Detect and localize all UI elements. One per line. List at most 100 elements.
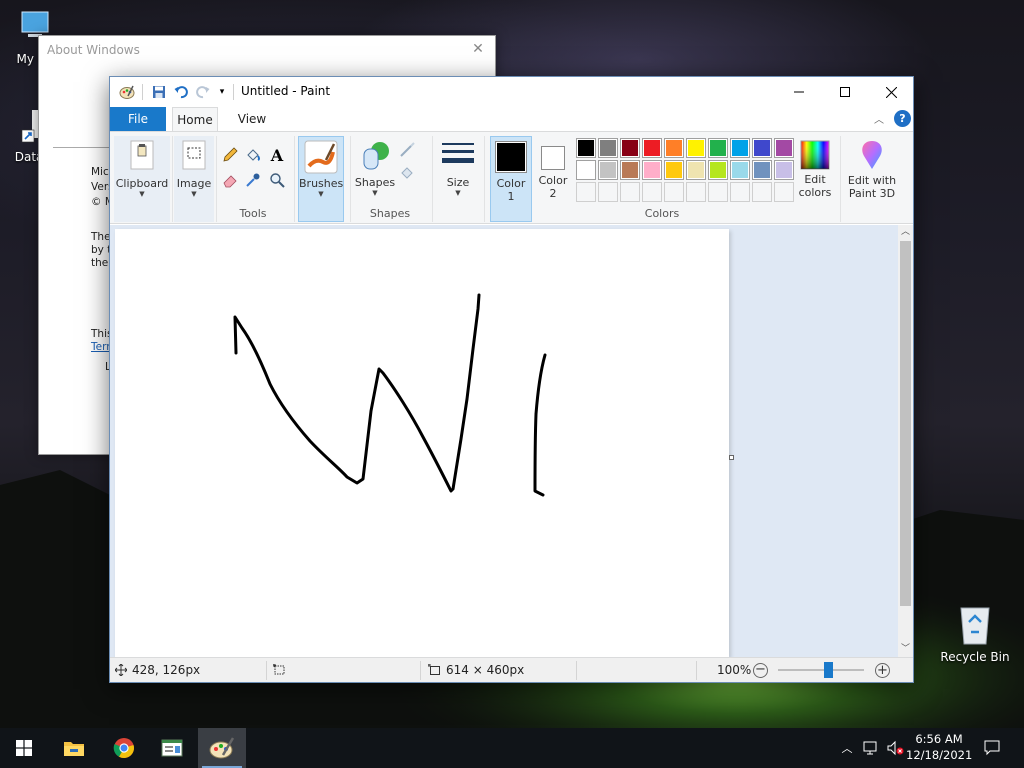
palette-swatch[interactable] [774,160,794,180]
eraser-icon[interactable] [220,170,240,190]
canvas-workspace[interactable] [110,225,898,657]
size-button[interactable]: Size ▼ [436,136,480,222]
help-icon[interactable]: ? [894,110,911,127]
paint3d-label-line2: Paint 3D [848,187,896,200]
palette-swatch[interactable] [598,160,618,180]
customize-quick-access-icon[interactable]: ▾ [215,84,229,100]
collapse-ribbon-icon[interactable]: ︿ [874,111,884,126]
chrome-icon [113,738,134,759]
zoom-in-button[interactable]: + [875,663,890,678]
minimize-button[interactable] [776,77,822,107]
shapes-icon [363,142,389,170]
cursor-position: 428, 126px [132,663,201,677]
palette-swatch[interactable] [664,160,684,180]
palette-swatch[interactable] [708,138,728,158]
scroll-down-icon[interactable]: ﹀ [898,642,913,657]
status-bar: 428, 126px 614 × 460px 100% − + [110,657,913,682]
tab-view[interactable]: View [230,107,274,131]
show-hidden-icons-button[interactable]: ︿ [838,728,856,768]
network-icon[interactable] [860,728,882,768]
taskbar-app-window[interactable] [148,728,196,768]
brushes-label: Brushes [299,177,344,190]
palette-swatch[interactable] [642,138,662,158]
color2-label-line1: Color [538,174,568,187]
palette-swatch[interactable] [664,138,684,158]
drawing-canvas[interactable] [115,229,729,657]
start-button[interactable] [0,728,48,768]
outline-icon[interactable] [398,140,418,160]
palette-swatch[interactable] [708,160,728,180]
palette-swatch-empty[interactable] [752,182,772,202]
palette-swatch[interactable] [576,138,596,158]
taskbar-chrome[interactable] [100,728,148,768]
zoom-out-button[interactable]: − [753,663,768,678]
palette-swatch[interactable] [686,160,706,180]
save-icon[interactable] [150,84,168,100]
colors-group-label: Colors [644,207,680,220]
palette-swatch-empty[interactable] [708,182,728,202]
resize-handle[interactable] [729,455,734,460]
app-window-icon [161,739,183,757]
palette-swatch[interactable] [752,138,772,158]
magnifier-icon[interactable] [267,170,287,190]
shapes-group-label: Shapes [369,207,411,220]
chevron-down-icon: ▼ [318,190,324,198]
palette-swatch[interactable] [620,160,640,180]
divider [53,147,113,148]
taskbar-file-explorer[interactable] [50,728,98,768]
palette-swatch[interactable] [686,138,706,158]
color-picker-icon[interactable] [243,170,263,190]
taskbar-clock[interactable]: 6:56 AM 12/18/2021 [906,731,972,763]
brushes-button[interactable]: Brushes ▼ [298,136,344,222]
image-button[interactable]: Image ▼ [174,136,214,222]
edit-with-paint3d-button[interactable]: Edit with Paint 3D [844,136,900,222]
taskbar-paint[interactable] [198,728,246,768]
qa-separator [142,84,143,100]
close-button[interactable] [868,77,914,107]
zoom-slider[interactable] [778,662,864,678]
palette-swatch[interactable] [642,160,662,180]
redo-icon[interactable] [194,84,212,100]
edit-colors-label-line1: Edit [804,173,826,186]
fill-icon[interactable] [243,145,263,165]
scroll-up-icon[interactable]: ︿ [898,225,913,240]
color1-label-line1: Color [496,177,526,190]
tab-home[interactable]: Home [172,107,218,131]
vertical-scrollbar[interactable]: ︿ ﹀ [898,225,913,657]
canvas-size-icon [428,664,440,675]
ribbon: Clipboard ▼ Image ▼ A Tools Brushes ▼ Sh… [110,131,913,224]
palette-swatch-empty[interactable] [774,182,794,202]
desktop-icon-recycle-bin[interactable]: Recycle Bin [940,602,1010,664]
palette-swatch[interactable] [774,138,794,158]
volume-muted-icon[interactable] [884,728,906,768]
palette-swatch[interactable] [730,160,750,180]
text-icon[interactable]: A [267,145,287,165]
palette-swatch-empty[interactable] [664,182,684,202]
clipboard-button[interactable]: Clipboard ▼ [114,136,170,222]
action-center-button[interactable] [978,728,1006,768]
undo-icon[interactable] [172,84,190,100]
palette-swatch[interactable] [620,138,640,158]
palette-swatch[interactable] [730,138,750,158]
palette-swatch-empty[interactable] [642,182,662,202]
chevron-down-icon: ▼ [372,189,378,197]
close-icon[interactable]: ✕ [469,40,487,58]
clipboard-label: Clipboard [115,177,169,190]
palette-swatch[interactable] [576,160,596,180]
zoom-slider-thumb[interactable] [824,662,834,678]
palette-swatch-empty[interactable] [598,182,618,202]
palette-swatch-empty[interactable] [686,182,706,202]
pencil-icon[interactable] [220,145,240,165]
start-icon [16,740,32,756]
palette-swatch[interactable] [598,138,618,158]
about-windows-title: About Windows [47,43,140,57]
tab-file[interactable]: File [110,107,166,131]
palette-swatch[interactable] [752,160,772,180]
palette-swatch-empty[interactable] [576,182,596,202]
scrollbar-thumb[interactable] [900,241,911,606]
palette-swatch-empty[interactable] [730,182,750,202]
palette-swatch-empty[interactable] [620,182,640,202]
shape-fill-icon[interactable] [398,162,418,182]
maximize-button[interactable] [822,77,868,107]
desktop-icon-label: Recycle Bin [940,650,1010,664]
